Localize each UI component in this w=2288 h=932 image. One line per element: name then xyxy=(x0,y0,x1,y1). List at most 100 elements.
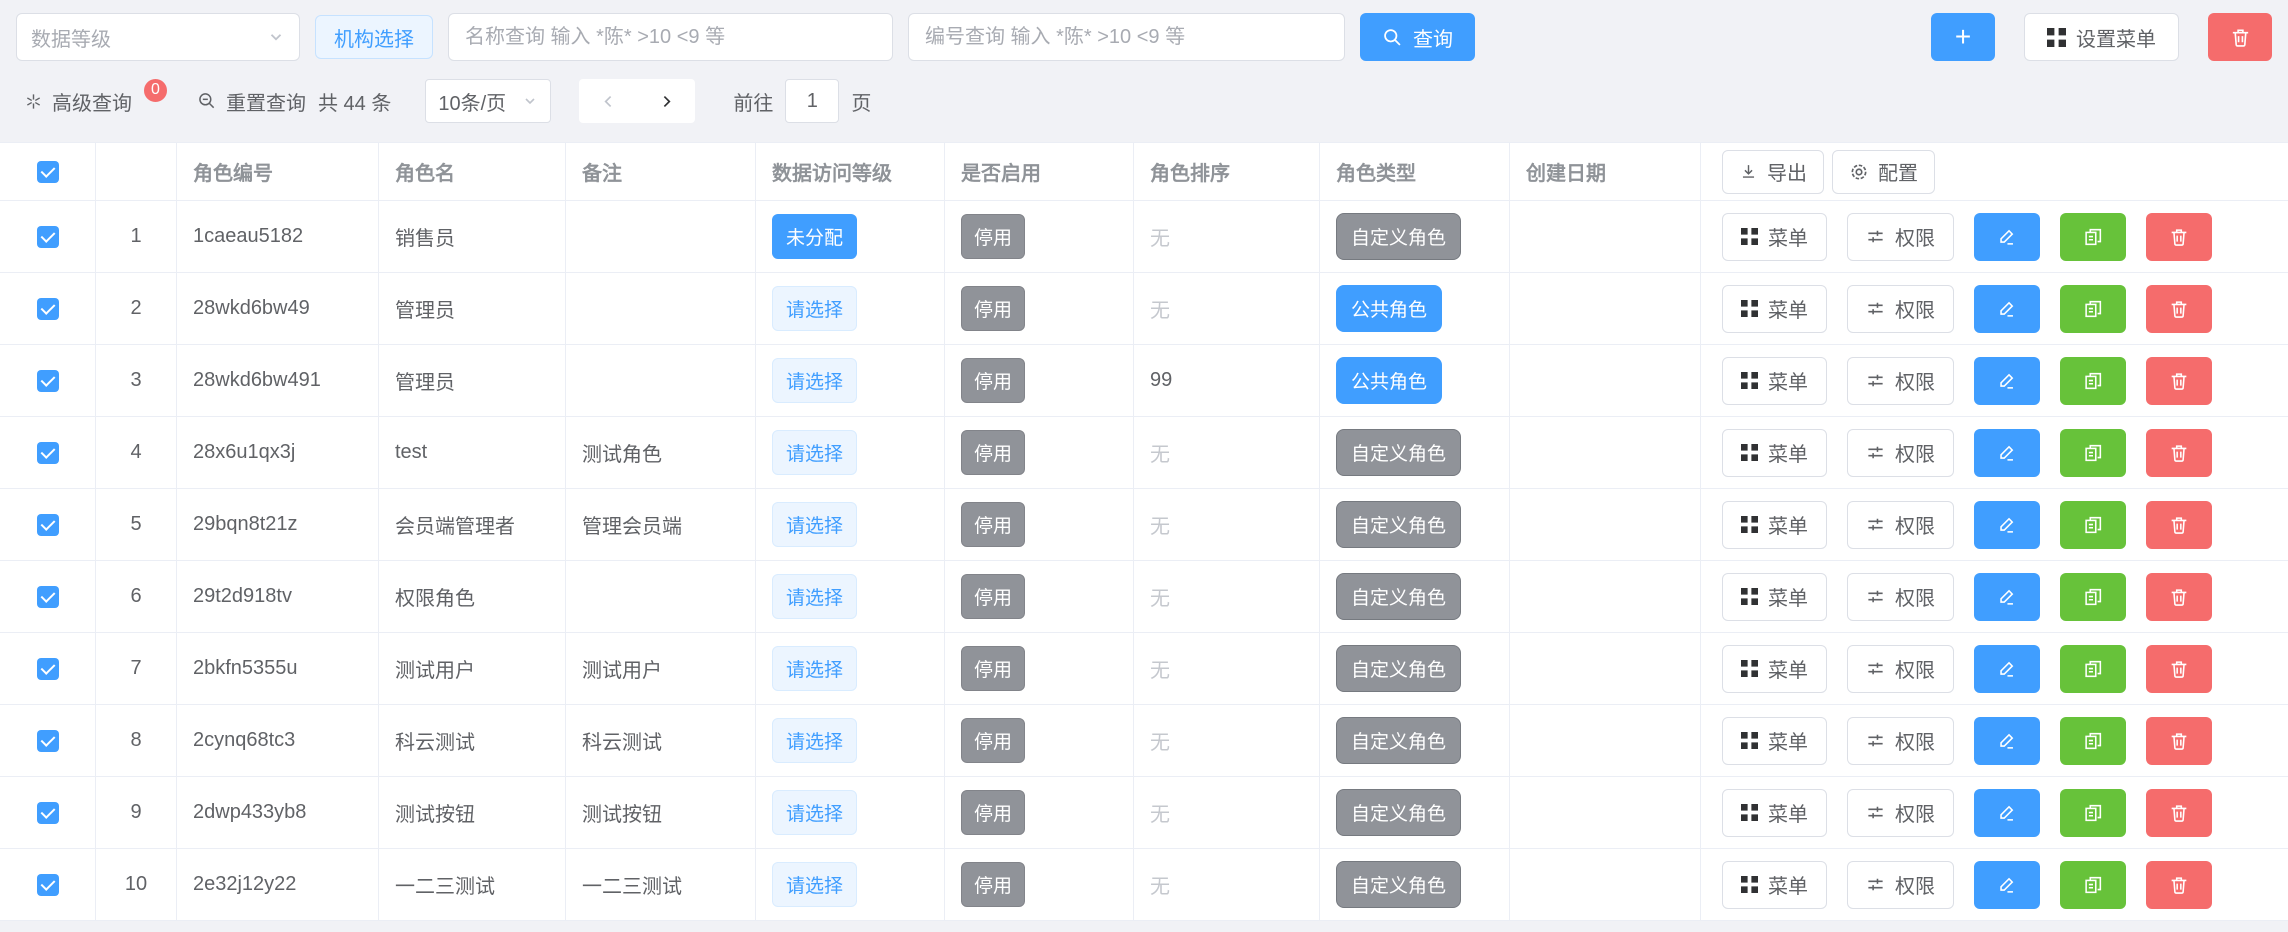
row-copy-button[interactable] xyxy=(2060,789,2126,837)
enabled-toggle-button[interactable]: 停用 xyxy=(961,430,1025,475)
row-checkbox[interactable] xyxy=(37,370,59,392)
row-copy-button[interactable] xyxy=(2060,717,2126,765)
enabled-toggle-button[interactable]: 停用 xyxy=(961,790,1025,835)
row-menu-button[interactable]: 菜单 xyxy=(1722,573,1827,621)
row-menu-button[interactable]: 菜单 xyxy=(1722,501,1827,549)
access-level-button[interactable]: 请选择 xyxy=(772,358,857,403)
code-query-input[interactable] xyxy=(908,13,1345,61)
batch-delete-button[interactable] xyxy=(2208,13,2272,61)
enabled-toggle-button[interactable]: 停用 xyxy=(961,214,1025,259)
row-permission-button[interactable]: 权限 xyxy=(1847,645,1954,693)
row-delete-button[interactable] xyxy=(2146,789,2212,837)
row-delete-button[interactable] xyxy=(2146,645,2212,693)
config-button[interactable]: 配置 xyxy=(1832,150,1935,194)
access-level-button[interactable]: 请选择 xyxy=(772,862,857,907)
row-edit-button[interactable] xyxy=(1974,429,2040,477)
access-level-button[interactable]: 请选择 xyxy=(772,646,857,691)
search-button[interactable]: 查询 xyxy=(1360,13,1475,61)
row-copy-button[interactable] xyxy=(2060,213,2126,261)
row-menu-button[interactable]: 菜单 xyxy=(1722,861,1827,909)
row-checkbox[interactable] xyxy=(37,586,59,608)
row-menu-button[interactable]: 菜单 xyxy=(1722,213,1827,261)
row-copy-button[interactable] xyxy=(2060,573,2126,621)
row-edit-button[interactable] xyxy=(1974,357,2040,405)
row-delete-button[interactable] xyxy=(2146,285,2212,333)
access-level-button[interactable]: 请选择 xyxy=(772,574,857,619)
row-checkbox[interactable] xyxy=(37,802,59,824)
access-level-button[interactable]: 请选择 xyxy=(772,502,857,547)
row-edit-button[interactable] xyxy=(1974,501,2040,549)
row-checkbox[interactable] xyxy=(37,658,59,680)
row-checkbox[interactable] xyxy=(37,874,59,896)
row-edit-button[interactable] xyxy=(1974,717,2040,765)
row-permission-button[interactable]: 权限 xyxy=(1847,717,1954,765)
prev-page-button[interactable] xyxy=(579,79,637,123)
advanced-query-button[interactable]: 高级查询 xyxy=(24,87,132,116)
row-delete-button[interactable] xyxy=(2146,213,2212,261)
row-permission-button[interactable]: 权限 xyxy=(1847,429,1954,477)
export-button[interactable]: 导出 xyxy=(1722,150,1824,194)
access-level-button[interactable]: 请选择 xyxy=(772,790,857,835)
row-delete-button[interactable] xyxy=(2146,573,2212,621)
row-menu-button[interactable]: 菜单 xyxy=(1722,645,1827,693)
row-checkbox[interactable] xyxy=(37,442,59,464)
row-delete-button[interactable] xyxy=(2146,861,2212,909)
row-permission-button[interactable]: 权限 xyxy=(1847,501,1954,549)
row-copy-button[interactable] xyxy=(2060,285,2126,333)
row-edit-button[interactable] xyxy=(1974,213,2040,261)
menu-setting-button[interactable]: 设置菜单 xyxy=(2024,13,2179,61)
access-level-button[interactable]: 请选择 xyxy=(772,430,857,475)
enabled-toggle-button[interactable]: 停用 xyxy=(961,718,1025,763)
copy-document-icon xyxy=(2082,802,2104,824)
row-edit-button[interactable] xyxy=(1974,645,2040,693)
access-level-button[interactable]: 请选择 xyxy=(772,718,857,763)
row-menu-button[interactable]: 菜单 xyxy=(1722,285,1827,333)
row-permission-label: 权限 xyxy=(1895,870,1935,899)
next-page-button[interactable] xyxy=(637,79,695,123)
row-menu-button[interactable]: 菜单 xyxy=(1722,717,1827,765)
row-menu-button[interactable]: 菜单 xyxy=(1722,429,1827,477)
reset-query-button[interactable]: 重置查询 xyxy=(197,87,306,116)
goto-page-input[interactable] xyxy=(785,79,839,123)
row-permission-button[interactable]: 权限 xyxy=(1847,357,1954,405)
created-date-cell xyxy=(1510,849,1701,921)
row-permission-button[interactable]: 权限 xyxy=(1847,213,1954,261)
row-checkbox[interactable] xyxy=(37,730,59,752)
row-permission-button[interactable]: 权限 xyxy=(1847,285,1954,333)
enabled-toggle-button[interactable]: 停用 xyxy=(961,502,1025,547)
row-delete-button[interactable] xyxy=(2146,501,2212,549)
row-checkbox[interactable] xyxy=(37,226,59,248)
name-query-input[interactable] xyxy=(448,13,893,61)
enabled-toggle-button[interactable]: 停用 xyxy=(961,574,1025,619)
row-copy-button[interactable] xyxy=(2060,501,2126,549)
select-all-checkbox[interactable] xyxy=(37,161,59,183)
page-size-select[interactable]: 10条/页 xyxy=(425,79,551,123)
access-level-button[interactable]: 请选择 xyxy=(772,286,857,331)
row-copy-button[interactable] xyxy=(2060,645,2126,693)
row-edit-button[interactable] xyxy=(1974,573,2040,621)
enabled-toggle-button[interactable]: 停用 xyxy=(961,646,1025,691)
row-edit-button[interactable] xyxy=(1974,789,2040,837)
row-delete-button[interactable] xyxy=(2146,717,2212,765)
row-copy-button[interactable] xyxy=(2060,861,2126,909)
row-edit-button[interactable] xyxy=(1974,861,2040,909)
org-select-button[interactable]: 机构选择 xyxy=(315,15,433,59)
enabled-toggle-button[interactable]: 停用 xyxy=(961,862,1025,907)
row-permission-button[interactable]: 权限 xyxy=(1847,861,1954,909)
row-delete-button[interactable] xyxy=(2146,429,2212,477)
data-level-select[interactable]: 数据等级 xyxy=(16,13,300,61)
enabled-toggle-button[interactable]: 停用 xyxy=(961,286,1025,331)
row-copy-button[interactable] xyxy=(2060,357,2126,405)
row-permission-button[interactable]: 权限 xyxy=(1847,573,1954,621)
row-permission-button[interactable]: 权限 xyxy=(1847,789,1954,837)
row-menu-button[interactable]: 菜单 xyxy=(1722,789,1827,837)
add-button[interactable]: + xyxy=(1931,13,1995,61)
row-menu-button[interactable]: 菜单 xyxy=(1722,357,1827,405)
row-edit-button[interactable] xyxy=(1974,285,2040,333)
row-copy-button[interactable] xyxy=(2060,429,2126,477)
row-checkbox[interactable] xyxy=(37,298,59,320)
access-level-button[interactable]: 未分配 xyxy=(772,214,857,259)
row-checkbox[interactable] xyxy=(37,514,59,536)
row-delete-button[interactable] xyxy=(2146,357,2212,405)
enabled-toggle-button[interactable]: 停用 xyxy=(961,358,1025,403)
